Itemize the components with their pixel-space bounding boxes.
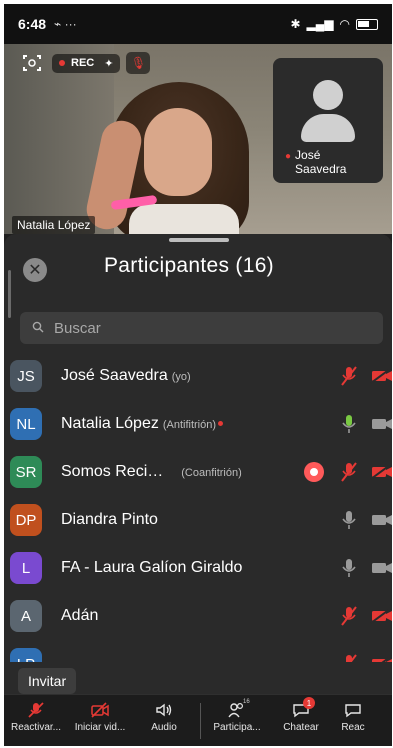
- unmute-label: Reactivar...: [10, 722, 62, 733]
- sheet-grabber[interactable]: [169, 238, 229, 242]
- participant-name: Natalia López: [61, 415, 159, 432]
- recording-label: REC: [71, 57, 95, 69]
- participant-name: Diandra Pinto: [61, 511, 158, 528]
- start-video-button[interactable]: Iniciar vid...: [68, 695, 132, 746]
- video-off-icon[interactable]: [370, 368, 392, 384]
- avatar: L: [10, 552, 42, 584]
- muted-mic-icon: [28, 702, 44, 718]
- audio-button[interactable]: Audio: [132, 695, 196, 746]
- battery-icon: [356, 18, 378, 30]
- participants-count: 16: [243, 699, 250, 705]
- muted-mic-icon[interactable]: [340, 461, 358, 483]
- participant-row[interactable]: DP Diandra Pinto: [4, 496, 392, 544]
- participant-name-wrap: FA - Laura Galíon Giraldo: [61, 559, 242, 577]
- participants-label: Participa...: [213, 722, 261, 733]
- start-video-label: Iniciar vid...: [74, 722, 126, 733]
- mic-icon[interactable]: [340, 557, 358, 579]
- app-frame: 6:48 ⌁ ··· ✱ ▂▄▆ ◠ REC ✦ 🎙︎ ● José Saave…: [4, 4, 392, 746]
- avatar: JS: [10, 360, 42, 392]
- participant-name: FA - Laura Galíon Giraldo: [61, 559, 243, 576]
- participant-row[interactable]: L FA - Laura Galíon Giraldo: [4, 544, 392, 592]
- participant-name-wrap: Somos Reci… (Coanfitrión): [61, 463, 242, 481]
- video-off-icon[interactable]: [370, 464, 392, 480]
- video-icon[interactable]: [370, 512, 392, 528]
- self-tile-name: José Saavedra: [295, 148, 347, 176]
- close-icon[interactable]: ✕: [23, 258, 47, 282]
- muted-mic-icon[interactable]: [340, 653, 358, 662]
- chat-button[interactable]: 1 Chatear: [269, 695, 333, 746]
- video-area[interactable]: REC ✦ 🎙︎ ● José Saavedra Natalia López: [4, 44, 392, 234]
- status-icons: ✱ ▂▄▆ ◠: [290, 17, 378, 31]
- participant-row[interactable]: A Adán: [4, 592, 392, 640]
- recording-badge[interactable]: REC ✦: [52, 53, 121, 73]
- status-bar: 6:48 ⌁ ··· ✱ ▂▄▆ ◠: [4, 4, 392, 44]
- speaker-icon: [156, 703, 172, 717]
- mic-icon[interactable]: [340, 413, 358, 435]
- self-video-tile[interactable]: ● José Saavedra: [273, 58, 383, 183]
- unmute-button[interactable]: Reactivar...: [4, 695, 68, 746]
- recording-dot-icon: [218, 421, 224, 427]
- avatar: LP: [10, 648, 42, 662]
- avatar: NL: [10, 408, 42, 440]
- search-icon: [32, 320, 44, 337]
- participant-role: (yo): [171, 371, 191, 383]
- recording-dot-icon: [59, 60, 65, 66]
- participant-name-wrap: Adán: [61, 607, 98, 625]
- video-off-icon[interactable]: [370, 656, 392, 662]
- participant-role: (Coanfitrión): [181, 467, 242, 479]
- participant-name: Adán: [61, 607, 99, 624]
- participants-list: JS José Saavedra (yo) NL Natalia López (Antif…: [4, 352, 392, 662]
- participant-name-wrap: José Saavedra (yo): [61, 367, 191, 385]
- bluetooth-icon: ✱: [290, 17, 301, 31]
- signal-icon: ▂▄▆: [306, 17, 334, 31]
- muted-mic-icon[interactable]: [340, 605, 358, 627]
- participant-name: Somos Reci…: [61, 463, 164, 480]
- muted-mic-icon[interactable]: 🎙︎: [126, 52, 151, 74]
- search-field[interactable]: [20, 312, 383, 344]
- video-controls: REC ✦ 🎙︎: [18, 52, 151, 74]
- recording-icon: [304, 462, 324, 482]
- scrollbar[interactable]: [8, 270, 11, 318]
- status-extra: ⌁ ···: [54, 17, 77, 31]
- participant-name-wrap: Diandra Pinto: [61, 511, 158, 529]
- participant-name-wrap: Natalia López (Antifitrión): [61, 415, 224, 433]
- participant-name: José Saavedra: [61, 367, 168, 384]
- avatar: SR: [10, 456, 42, 488]
- sheet-title: Participantes (16): [104, 254, 274, 277]
- avatar-placeholder-icon: [313, 80, 343, 110]
- switch-camera-icon[interactable]: [18, 52, 46, 74]
- participant-row[interactable]: SR Somos Reci… (Coanfitrión): [4, 448, 392, 496]
- search-input[interactable]: [54, 319, 354, 337]
- avatar: A: [10, 600, 42, 632]
- speaker-video: [83, 74, 259, 234]
- react-label: Reac: [341, 722, 365, 733]
- pin-icon: ✦: [104, 57, 114, 70]
- participant-row[interactable]: JS José Saavedra (yo): [4, 352, 392, 400]
- react-icon: [345, 704, 361, 718]
- react-button[interactable]: Reac: [333, 695, 373, 746]
- speaker-name-tag: Natalia López: [12, 216, 96, 234]
- mic-icon[interactable]: [340, 509, 358, 531]
- avatar: DP: [10, 504, 42, 536]
- video-icon[interactable]: [370, 560, 392, 576]
- participants-button[interactable]: 16 Participa...: [205, 695, 269, 746]
- video-off-icon: [91, 702, 109, 718]
- toolbar-divider: [200, 703, 201, 739]
- chat-label: Chatear: [283, 722, 319, 733]
- video-off-icon[interactable]: [370, 608, 392, 624]
- muted-mic-icon: ●: [285, 151, 292, 162]
- participant-row[interactable]: LP: [4, 640, 392, 662]
- video-icon[interactable]: [370, 416, 392, 432]
- chat-badge: 1: [303, 697, 315, 709]
- invite-button[interactable]: Invitar: [18, 668, 77, 694]
- status-time: 6:48: [18, 16, 47, 32]
- participant-row[interactable]: NL Natalia López (Antifitrión): [4, 400, 392, 448]
- meeting-toolbar: Reactivar... Iniciar vid... Audio 16 Par…: [4, 694, 392, 746]
- participants-sheet: ✕ Participantes (16) JS José Saavedra(yo)…: [4, 234, 392, 746]
- participant-role: (Antifitrión): [162, 419, 217, 431]
- audio-label: Audio: [151, 722, 177, 733]
- wifi-icon: ◠: [339, 17, 350, 31]
- muted-mic-icon[interactable]: [340, 365, 358, 387]
